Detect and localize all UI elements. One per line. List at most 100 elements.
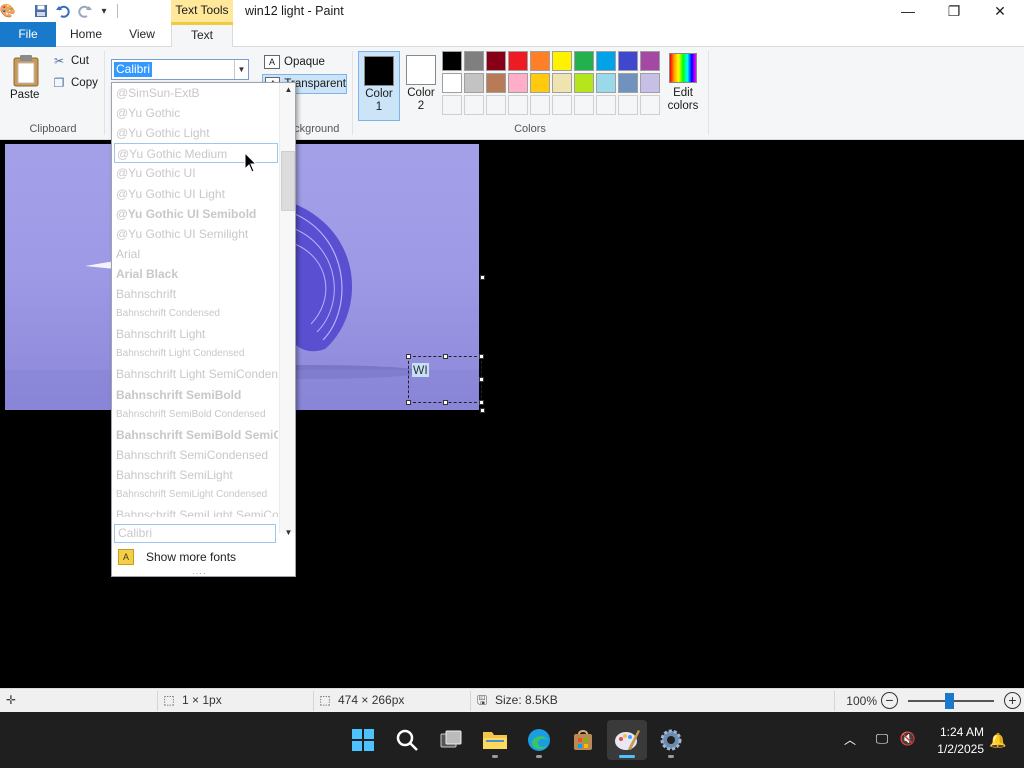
font-list-item[interactable]: Bahnschrift SemiLight SemiConde: [114, 505, 278, 517]
undo-icon[interactable]: [55, 3, 71, 19]
custom-color-slot[interactable]: [530, 95, 550, 115]
font-list-item[interactable]: @Yu Gothic Light: [114, 123, 278, 143]
resize-handle[interactable]: [406, 354, 411, 359]
dropdown-scrollbar[interactable]: ▲: [279, 83, 295, 533]
recent-font-item[interactable]: Calibri: [114, 524, 276, 543]
canvas-resize-handle[interactable]: [480, 408, 485, 413]
font-list-item[interactable]: Bahnschrift SemiCondensed: [114, 445, 278, 465]
volume-muted-icon[interactable]: 🔇: [899, 730, 917, 748]
redo-icon[interactable]: [77, 3, 93, 19]
font-list-item[interactable]: Bahnschrift SemiBold: [114, 385, 278, 405]
scroll-down-icon[interactable]: ▼: [280, 528, 295, 537]
search-button[interactable]: [387, 720, 427, 760]
font-list-item[interactable]: Arial: [114, 244, 278, 264]
font-family-combobox[interactable]: Calibri ▼: [111, 59, 249, 80]
cut-button[interactable]: ✂ Cut: [52, 51, 89, 71]
color-swatch[interactable]: [530, 73, 550, 93]
font-list-item[interactable]: Bahnschrift Condensed: [114, 304, 278, 324]
paint-taskbar-button[interactable]: [607, 720, 647, 760]
resize-handle[interactable]: [479, 400, 484, 405]
clock-time[interactable]: 1:24 AM: [930, 725, 984, 739]
save-icon[interactable]: [33, 3, 49, 19]
store-button[interactable]: [563, 720, 603, 760]
color-swatch[interactable]: [508, 51, 528, 71]
dropdown-resize-grip[interactable]: ····: [192, 569, 207, 576]
color-swatch[interactable]: [486, 73, 506, 93]
network-icon[interactable]: 🖵: [873, 730, 891, 748]
resize-handle[interactable]: [443, 400, 448, 405]
resize-handle[interactable]: [479, 354, 484, 359]
show-more-fonts-button[interactable]: A Show more fonts: [112, 546, 295, 568]
font-list-item[interactable]: Bahnschrift SemiLight: [114, 465, 278, 485]
scroll-up-icon[interactable]: ▲: [280, 85, 295, 94]
settings-button[interactable]: [651, 720, 691, 760]
font-list-item[interactable]: @Yu Gothic UI Light: [114, 184, 278, 204]
font-list-item[interactable]: @Yu Gothic UI Semilight: [114, 224, 278, 244]
zoom-slider-thumb[interactable]: [945, 693, 954, 709]
color-swatch[interactable]: [530, 51, 550, 71]
color-swatch[interactable]: [464, 73, 484, 93]
font-list-item[interactable]: @SimSun-ExtB: [114, 83, 278, 103]
custom-color-slot[interactable]: [442, 95, 462, 115]
paste-button[interactable]: Paste: [10, 89, 39, 101]
color1-button[interactable]: Color 1: [358, 51, 400, 121]
color-swatch[interactable]: [596, 73, 616, 93]
edit-colors-button[interactable]: Edit colors: [666, 53, 700, 113]
file-explorer-button[interactable]: [475, 720, 515, 760]
custom-color-slot[interactable]: [640, 95, 660, 115]
tab-view[interactable]: View: [114, 22, 170, 47]
zoom-out-button[interactable]: −: [881, 692, 898, 709]
font-list-item[interactable]: Arial Black: [114, 264, 278, 284]
custom-color-slot[interactable]: [574, 95, 594, 115]
task-view-button[interactable]: [431, 720, 471, 760]
font-list-item[interactable]: Bahnschrift Light SemiCondensed: [114, 364, 278, 384]
chevron-up-icon[interactable]: ︿: [844, 731, 856, 748]
text-box-value[interactable]: WI: [412, 363, 429, 377]
font-list-item[interactable]: Bahnschrift: [114, 284, 278, 304]
canvas-resize-handle[interactable]: [480, 275, 485, 280]
custom-color-slot[interactable]: [552, 95, 572, 115]
font-list-item[interactable]: @Yu Gothic: [114, 103, 278, 123]
color-swatch[interactable]: [508, 73, 528, 93]
minimize-button[interactable]: —: [885, 0, 931, 22]
color2-button[interactable]: Color 2: [400, 51, 442, 121]
font-list-item[interactable]: Bahnschrift SemiBold SemiConde: [114, 425, 278, 445]
clock-date[interactable]: 1/2/2025: [930, 742, 984, 756]
font-list-item[interactable]: Bahnschrift Light Condensed: [114, 344, 278, 364]
resize-handle[interactable]: [479, 377, 484, 382]
text-box[interactable]: WI: [406, 354, 484, 405]
color-swatch[interactable]: [442, 73, 462, 93]
paint-app-icon[interactable]: 🎨: [0, 3, 16, 19]
color-swatch[interactable]: [574, 51, 594, 71]
font-list-item[interactable]: Bahnschrift Light: [114, 324, 278, 344]
color-swatch[interactable]: [618, 51, 638, 71]
tab-file[interactable]: File: [0, 22, 56, 47]
copy-button[interactable]: ❐ Copy: [52, 73, 98, 93]
notification-bell-icon[interactable]: 🔔: [989, 732, 1006, 749]
font-list-item[interactable]: @Yu Gothic UI Semibold: [114, 204, 278, 224]
opaque-option[interactable]: A Opaque: [262, 53, 325, 71]
color-swatch[interactable]: [618, 73, 638, 93]
zoom-in-button[interactable]: +: [1004, 692, 1021, 709]
scrollbar-thumb[interactable]: [281, 151, 295, 211]
custom-color-slot[interactable]: [486, 95, 506, 115]
color-swatch[interactable]: [464, 51, 484, 71]
color-swatch[interactable]: [552, 51, 572, 71]
color-swatch[interactable]: [640, 73, 660, 93]
resize-handle[interactable]: [406, 400, 411, 405]
color-swatch[interactable]: [640, 51, 660, 71]
maximize-button[interactable]: ❐: [931, 0, 977, 22]
customize-qat-icon[interactable]: ▾: [96, 3, 112, 19]
font-list-item[interactable]: Bahnschrift SemiLight Condensed: [114, 485, 278, 505]
paste-icon[interactable]: [12, 54, 42, 88]
color-swatch[interactable]: [596, 51, 616, 71]
chevron-down-icon[interactable]: ▼: [234, 60, 248, 79]
color-swatch[interactable]: [486, 51, 506, 71]
start-button[interactable]: [343, 720, 383, 760]
font-list-item[interactable]: Bahnschrift SemiBold Condensed: [114, 405, 278, 425]
custom-color-slot[interactable]: [596, 95, 616, 115]
color-swatch[interactable]: [574, 73, 594, 93]
color-swatch[interactable]: [552, 73, 572, 93]
color-swatch[interactable]: [442, 51, 462, 71]
resize-handle[interactable]: [443, 354, 448, 359]
